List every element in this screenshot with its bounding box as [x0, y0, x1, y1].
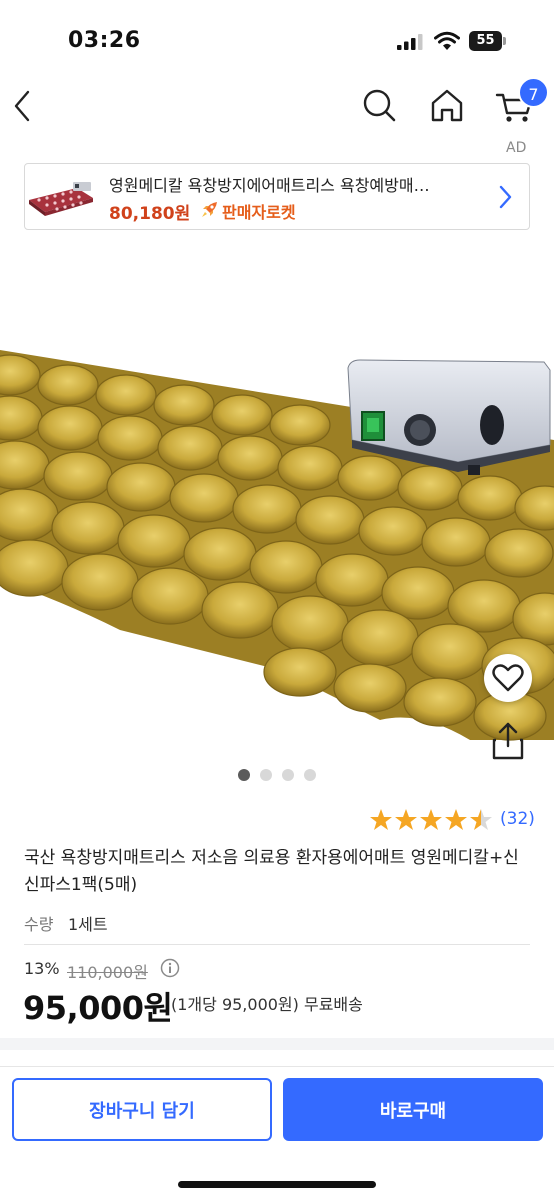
info-icon[interactable]: [160, 958, 180, 978]
ad-product-thumbnail: [27, 176, 95, 220]
rocket-icon: [202, 202, 217, 217]
gallery-dot-active[interactable]: [238, 769, 250, 781]
gallery-dot[interactable]: [304, 769, 316, 781]
battery-icon: 55: [469, 31, 507, 51]
half-star-icon: [470, 809, 492, 830]
heart-icon: [492, 664, 524, 692]
buy-now-button[interactable]: 바로구매: [283, 1078, 543, 1141]
home-indicator: [178, 1181, 376, 1188]
product-title: 국산 욕창방지매트리스 저소음 의료용 환자용에어매트 영원메디칼+신신파스1팩…: [24, 848, 519, 895]
star-icon: [395, 809, 417, 830]
sale-price: 95,000원: [23, 989, 173, 1027]
quantity-label: 수량: [24, 915, 54, 934]
review-count[interactable]: (32): [500, 809, 535, 829]
original-price: 110,000원: [67, 963, 148, 982]
ad-banner[interactable]: 영원메디칼 욕창방지에어매트리스 욕창예방매… 80,180원 판매자로켓: [24, 163, 530, 230]
battery-cap: [503, 37, 506, 45]
back-arrow-icon[interactable]: [8, 84, 48, 128]
status-time: 03:26: [68, 28, 141, 53]
star-rating[interactable]: [368, 807, 496, 833]
gallery-dot[interactable]: [282, 769, 294, 781]
star-icon: [445, 809, 467, 830]
ad-tag: AD: [506, 140, 527, 156]
wishlist-button[interactable]: [484, 654, 532, 702]
discount-rate: 13%: [24, 959, 60, 978]
cellular-signal-icon: [397, 34, 423, 50]
cart-count-badge: 7: [518, 77, 549, 108]
battery-level: 55: [469, 31, 502, 51]
wifi-icon: [434, 31, 460, 50]
chevron-right-icon[interactable]: [493, 182, 517, 212]
divider: [24, 944, 530, 945]
add-to-cart-button[interactable]: 장바구니 담기: [12, 1078, 272, 1141]
ad-price: 80,180원: [109, 204, 191, 224]
share-icon[interactable]: [488, 720, 528, 764]
ad-seller-rocket-badge: 판매자로켓: [222, 203, 296, 222]
status-bar: 03:26 55: [0, 0, 554, 80]
ad-title: 영원메디칼 욕창방지에어매트리스 욕창예방매…: [109, 176, 430, 195]
quantity-value: 1세트: [68, 915, 108, 934]
unit-price-shipping: (1개당 95,000원) 무료배송: [171, 995, 363, 1014]
star-icon: [420, 809, 442, 830]
gallery-pagination: [236, 769, 320, 783]
product-image[interactable]: [0, 240, 554, 760]
section-divider: [0, 1038, 554, 1050]
home-icon[interactable]: [426, 84, 468, 126]
gallery-dot[interactable]: [260, 769, 272, 781]
search-icon[interactable]: [358, 84, 400, 126]
star-icon: [370, 809, 392, 830]
